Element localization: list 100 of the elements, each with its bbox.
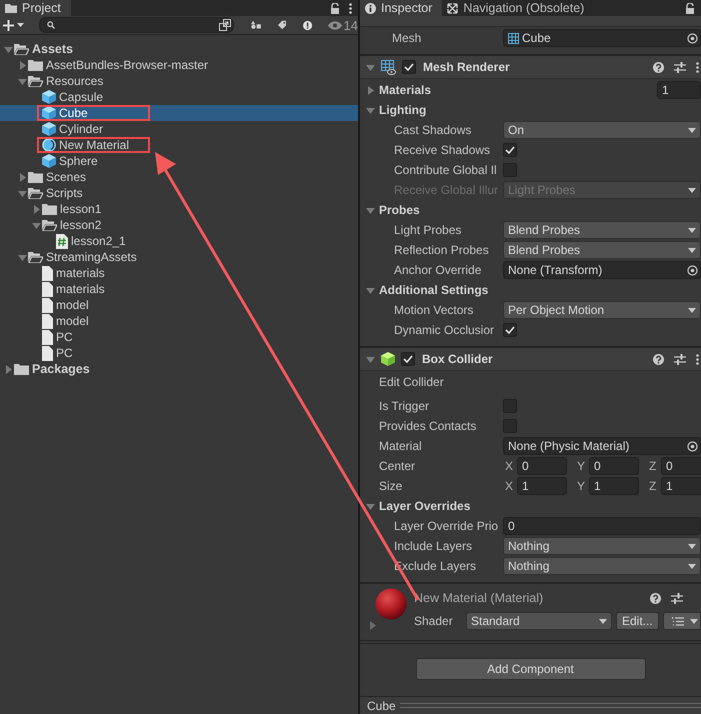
disclosure-triangle-icon[interactable] <box>4 44 12 54</box>
checkbox[interactable] <box>401 352 415 366</box>
tree-item[interactable]: New Material <box>0 137 358 153</box>
edit-button[interactable]: Edit... <box>616 612 659 630</box>
number-field[interactable]: 0 <box>661 457 701 475</box>
object-field[interactable]: Cube <box>503 29 701 47</box>
target-icon[interactable] <box>687 440 698 452</box>
checkbox[interactable] <box>503 323 517 337</box>
tree-item[interactable]: PC <box>0 345 358 361</box>
search-field[interactable] <box>39 17 234 33</box>
foldout[interactable]: Lighting <box>366 103 426 117</box>
number-field[interactable]: 0 <box>517 457 567 475</box>
sliders-icon[interactable] <box>671 592 683 604</box>
disclosure-triangle-icon[interactable] <box>4 364 12 374</box>
disclosure-triangle-icon[interactable] <box>18 60 26 70</box>
number-field[interactable]: 0 <box>589 457 639 475</box>
object-field[interactable]: None (Transform) <box>503 261 701 279</box>
help-icon[interactable] <box>650 592 661 604</box>
eye-icon[interactable] <box>328 20 342 30</box>
inspector-tab[interactable]: Navigation (Obsolete) <box>442 0 594 16</box>
checkbox[interactable] <box>503 399 517 413</box>
sliders-icon[interactable] <box>674 62 686 72</box>
target-icon[interactable] <box>687 32 698 44</box>
disclosure-triangle-icon[interactable] <box>18 252 26 262</box>
dropdown[interactable]: Per Object Motion <box>503 301 701 319</box>
disclosure-triangle-icon[interactable] <box>366 354 375 364</box>
tag-icon[interactable] <box>278 19 286 31</box>
tree-item[interactable]: StreamingAssets <box>0 249 358 265</box>
foldout[interactable]: Probes <box>366 203 420 217</box>
lock-icon[interactable] <box>330 2 340 14</box>
tree-item[interactable]: model <box>0 297 358 313</box>
foldout[interactable]: Layer Overrides <box>366 499 470 513</box>
expand-icon[interactable] <box>219 19 231 31</box>
tree-item[interactable]: Packages <box>0 361 358 377</box>
foldout[interactable]: Additional Settings <box>366 283 488 297</box>
disclosure-triangle-icon[interactable] <box>18 76 26 86</box>
target-icon[interactable] <box>687 264 698 276</box>
disclosure-triangle-icon[interactable] <box>366 502 375 510</box>
file-icon <box>42 282 53 296</box>
checkbox[interactable] <box>503 419 517 433</box>
dropdown[interactable]: Blend Probes <box>503 221 701 239</box>
disclosure-triangle-icon[interactable] <box>18 172 26 182</box>
number-field[interactable]: 1 <box>589 477 639 495</box>
sphere-icon <box>42 138 56 152</box>
add-component-button[interactable]: Add Component <box>416 658 646 680</box>
tree-item[interactable]: Sphere <box>0 153 358 169</box>
checkbox[interactable] <box>402 60 416 74</box>
tree-item[interactable]: Assets <box>0 41 358 57</box>
list-dropdown[interactable] <box>662 612 701 630</box>
tree-item[interactable]: lesson1 <box>0 201 358 217</box>
foldout[interactable]: Materials <box>366 83 432 97</box>
tree-item[interactable]: lesson2_1 <box>0 233 358 249</box>
preview-bar[interactable]: Cube <box>360 696 701 714</box>
disclosure-triangle-icon[interactable] <box>18 188 26 198</box>
disclosure-triangle-icon[interactable] <box>32 220 40 230</box>
tree-item[interactable]: PC <box>0 329 358 345</box>
dropdown[interactable]: Blend Probes <box>503 241 701 259</box>
shader-dropdown[interactable]: Standard <box>466 612 612 630</box>
lock-icon[interactable] <box>685 2 695 14</box>
disclosure-triangle-icon[interactable] <box>366 206 375 214</box>
dropdown[interactable]: Nothing <box>503 537 701 555</box>
shapes-icon[interactable] <box>251 19 261 31</box>
help-icon[interactable] <box>653 354 664 364</box>
tree-item[interactable]: AssetBundles-Browser-master <box>0 57 358 73</box>
project-tab[interactable]: Project <box>0 0 71 16</box>
caret-icon <box>690 618 698 624</box>
disclosure-triangle-icon[interactable] <box>366 106 375 114</box>
number-field[interactable]: 1 <box>661 477 701 495</box>
tree-item[interactable]: Cylinder <box>0 121 358 137</box>
warning-icon[interactable] <box>303 18 313 32</box>
more-icon[interactable] <box>696 62 699 72</box>
grid-icon <box>508 32 519 44</box>
checkbox[interactable] <box>503 143 517 157</box>
sliders-icon[interactable] <box>674 354 686 364</box>
number-field[interactable]: 0 <box>503 517 701 535</box>
tree-item[interactable]: materials <box>0 265 358 281</box>
tree-item[interactable]: Resources <box>0 73 358 89</box>
help-icon[interactable] <box>653 62 664 72</box>
count-field[interactable]: 1 <box>657 81 701 99</box>
component-header[interactable]: Mesh Renderer <box>360 55 701 79</box>
tree-item[interactable]: lesson2 <box>0 217 358 233</box>
disclosure-triangle-icon[interactable] <box>32 204 40 214</box>
disclosure-triangle-icon[interactable] <box>366 62 375 72</box>
checkbox[interactable] <box>503 163 517 177</box>
tree-item[interactable]: Scenes <box>0 169 358 185</box>
component-header[interactable]: Box Collider <box>360 347 701 371</box>
disclosure-triangle-icon[interactable] <box>366 286 375 294</box>
object-field[interactable]: None (Physic Material) <box>503 437 701 455</box>
dropdown[interactable]: On <box>503 121 701 139</box>
inspector-tab[interactable]: Inspector <box>360 0 442 16</box>
tree-item[interactable]: materials <box>0 281 358 297</box>
tree-item[interactable]: Scripts <box>0 185 358 201</box>
disclosure-triangle-icon[interactable] <box>366 86 375 94</box>
tree-item[interactable]: Capsule <box>0 89 358 105</box>
tree-item[interactable]: model <box>0 313 358 329</box>
more-icon[interactable] <box>696 354 699 364</box>
tree-item[interactable]: Cube <box>0 105 358 121</box>
dropdown[interactable]: Nothing <box>503 557 701 575</box>
more-icon[interactable] <box>349 2 352 14</box>
number-field[interactable]: 1 <box>517 477 567 495</box>
